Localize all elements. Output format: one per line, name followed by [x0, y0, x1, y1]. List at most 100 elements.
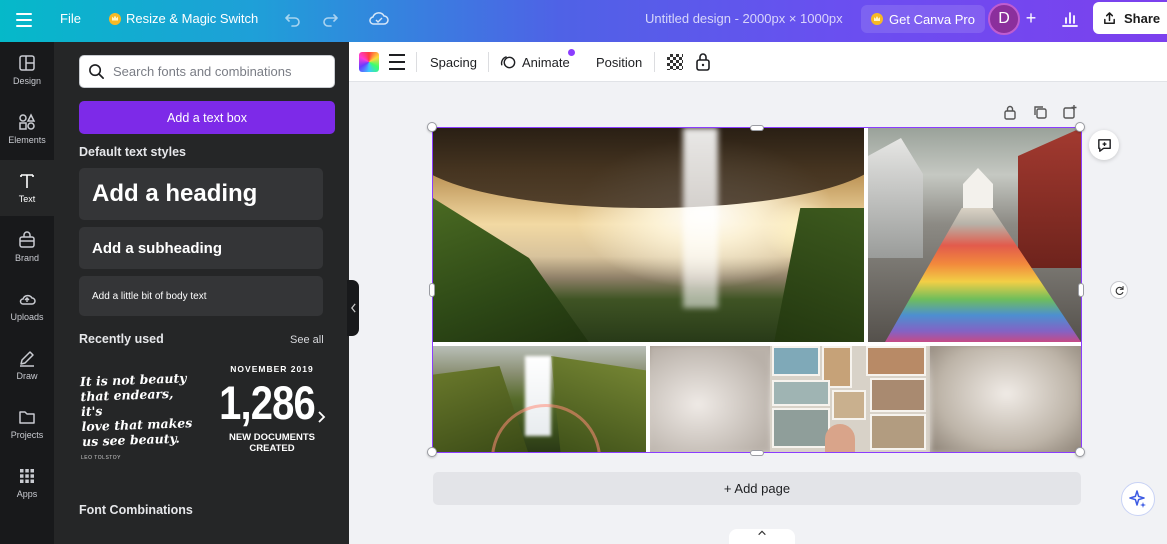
hand — [825, 424, 855, 452]
stat-number: 1,286 — [219, 376, 316, 429]
rail-label-text: Text — [18, 194, 36, 204]
add-page-icon[interactable] — [1062, 104, 1078, 120]
resize-handle-left[interactable] — [429, 283, 435, 297]
add-body-text-button[interactable]: Add a little bit of body text — [79, 276, 323, 316]
see-all-link[interactable]: See all — [290, 334, 324, 346]
notes-toggle[interactable] — [729, 529, 795, 544]
rail-label-uploads: Uploads — [10, 312, 44, 322]
resize-label: Resize & Magic Switch — [126, 11, 259, 26]
white-house — [868, 138, 923, 258]
resize-handle-br[interactable] — [1075, 447, 1085, 457]
get-canva-pro-button[interactable]: Get Canva Pro — [861, 5, 985, 33]
magic-assistant-button[interactable] — [1121, 482, 1155, 516]
pen-icon — [20, 351, 34, 367]
file-menu[interactable]: File — [60, 11, 81, 26]
rail-item-draw[interactable]: Draw — [0, 337, 54, 393]
spacing-button[interactable]: Spacing — [430, 42, 477, 82]
document-title[interactable]: Untitled design - 2000px × 1000px — [645, 11, 843, 26]
share-upload-icon — [1104, 11, 1115, 24]
stat-date: NOVEMBER 2019 — [230, 364, 314, 374]
divider — [654, 52, 655, 72]
resize-handle-tl[interactable] — [427, 122, 437, 132]
photo-rainbow-street[interactable] — [868, 128, 1081, 342]
border-style-icon[interactable] — [389, 54, 405, 70]
undo-icon[interactable] — [283, 9, 303, 29]
design-page[interactable] — [433, 128, 1081, 452]
postcard — [866, 346, 926, 376]
rail-label-draw: Draw — [16, 371, 38, 381]
lock-page-icon[interactable] — [1002, 104, 1018, 120]
animate-button[interactable]: Animate — [500, 42, 570, 82]
add-subheading-button[interactable]: Add a subheading — [79, 227, 323, 269]
recent-quote-template[interactable]: It is not beauty that endears, it's love… — [79, 370, 199, 462]
resize-handle-top[interactable] — [750, 125, 764, 131]
rail-item-design[interactable]: Design — [0, 42, 54, 98]
resize-magic-switch-button[interactable]: Resize & Magic Switch — [109, 11, 258, 26]
position-button[interactable]: Position — [596, 42, 642, 82]
add-comment-button[interactable] — [1089, 130, 1119, 160]
get-pro-label: Get Canva Pro — [889, 11, 975, 27]
postcard — [772, 408, 830, 448]
text-t-icon — [20, 174, 34, 188]
hamburger-menu-icon[interactable] — [14, 10, 34, 30]
top-bar: File Resize & Magic Switch Untitled desi… — [0, 0, 1167, 42]
rail-item-elements[interactable]: Elements — [0, 101, 54, 157]
add-text-box-button[interactable]: Add a text box — [79, 101, 335, 134]
color-picker-icon[interactable] — [359, 52, 379, 72]
rail-item-projects[interactable]: Projects — [0, 396, 54, 452]
postcard — [832, 390, 866, 420]
sparkle-icon — [1129, 490, 1146, 508]
default-text-styles-title: Default text styles — [79, 145, 186, 159]
rail-item-brand[interactable]: Brand — [0, 219, 54, 275]
resize-handle-bottom[interactable] — [750, 450, 764, 456]
shapes-icon — [19, 113, 36, 130]
insights-chart-icon[interactable] — [1060, 9, 1080, 29]
chevron-right-icon[interactable] — [313, 409, 329, 425]
redo-icon[interactable] — [320, 9, 340, 29]
search-box[interactable] — [79, 55, 335, 88]
add-collaborator-icon[interactable]: + — [1022, 8, 1040, 28]
church — [963, 168, 993, 208]
new-feature-dot — [568, 49, 575, 56]
blurred-background-right — [932, 346, 1081, 452]
chevron-left-icon — [350, 303, 356, 313]
avatar[interactable]: D — [988, 3, 1020, 35]
folder-icon — [19, 411, 35, 424]
add-page-button[interactable]: + Add page — [433, 472, 1081, 505]
transparency-icon[interactable] — [667, 54, 683, 70]
rail-label-elements: Elements — [8, 135, 46, 145]
red-house — [1018, 128, 1081, 268]
share-label: Share — [1124, 10, 1161, 26]
search-input[interactable] — [113, 64, 323, 79]
rail-label-design: Design — [12, 76, 41, 86]
rail-item-text[interactable]: Text — [0, 160, 54, 216]
layout-icon — [19, 55, 35, 71]
blurred-background-left — [650, 346, 770, 452]
photo-waterfall-rainbow[interactable] — [433, 346, 646, 452]
lock-icon[interactable] — [695, 52, 711, 72]
duplicate-page-icon[interactable] — [1032, 104, 1048, 120]
stat-caption: NEW DOCUMENTS CREATED — [228, 432, 316, 454]
photo-waterfall-cave[interactable] — [433, 128, 864, 342]
crown-icon — [871, 13, 883, 25]
photo-postcards[interactable] — [650, 346, 1081, 452]
share-button[interactable]: Share — [1093, 2, 1167, 34]
collapse-panel-handle[interactable] — [347, 280, 359, 336]
recent-stat-template[interactable]: NOVEMBER 2019 1,286 NEW DOCUMENTS CREATE… — [218, 364, 326, 474]
add-heading-button[interactable]: Add a heading — [79, 168, 323, 220]
rotate-icon[interactable] — [1110, 281, 1128, 299]
context-toolbar: Spacing Animate Position — [349, 42, 1167, 82]
cave-shadow — [433, 128, 864, 208]
postcard — [870, 414, 926, 450]
resize-handle-tr[interactable] — [1075, 122, 1085, 132]
quote-text: It is not beauty that endears, it's love… — [79, 370, 193, 450]
divider — [488, 52, 489, 72]
animate-label: Animate — [522, 54, 570, 70]
postcard — [772, 346, 820, 376]
quote-author: LEO TOLSTOY — [81, 455, 121, 461]
cloud-saved-icon[interactable] — [368, 9, 390, 29]
rail-item-uploads[interactable]: Uploads — [0, 278, 54, 334]
rail-item-apps[interactable]: Apps — [0, 455, 54, 511]
resize-handle-right[interactable] — [1078, 283, 1084, 297]
resize-handle-bl[interactable] — [427, 447, 437, 457]
